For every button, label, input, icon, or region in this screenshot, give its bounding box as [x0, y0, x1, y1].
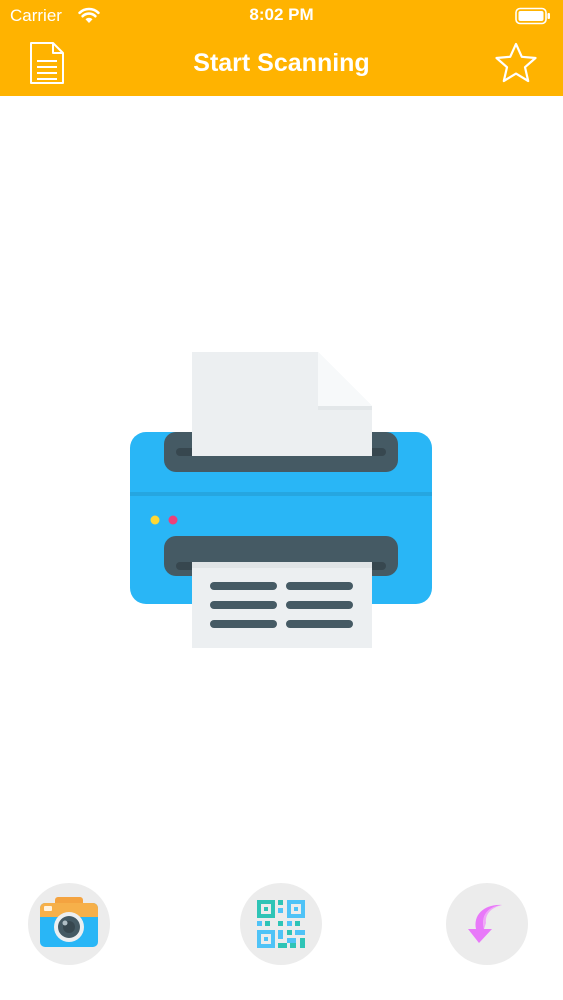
header: Carrier 8:02 PM Start Scanning [0, 0, 563, 96]
nav-bar: Start Scanning [0, 32, 563, 96]
star-icon[interactable] [493, 41, 539, 85]
page-title: Start Scanning [193, 49, 370, 77]
qr-code-icon [257, 900, 305, 948]
status-time: 8:02 PM [249, 5, 314, 24]
import-button[interactable] [446, 883, 528, 965]
scan-screen: Carrier 8:02 PM Start Scanning [0, 0, 563, 1000]
import-arrow-icon [468, 904, 502, 943]
status-bar: Carrier 8:02 PM [0, 0, 563, 32]
qr-scan-button[interactable] [240, 883, 322, 965]
printer-icon [130, 352, 432, 648]
camera-icon [40, 897, 98, 947]
camera-button[interactable] [28, 883, 110, 965]
battery-icon [515, 7, 550, 25]
